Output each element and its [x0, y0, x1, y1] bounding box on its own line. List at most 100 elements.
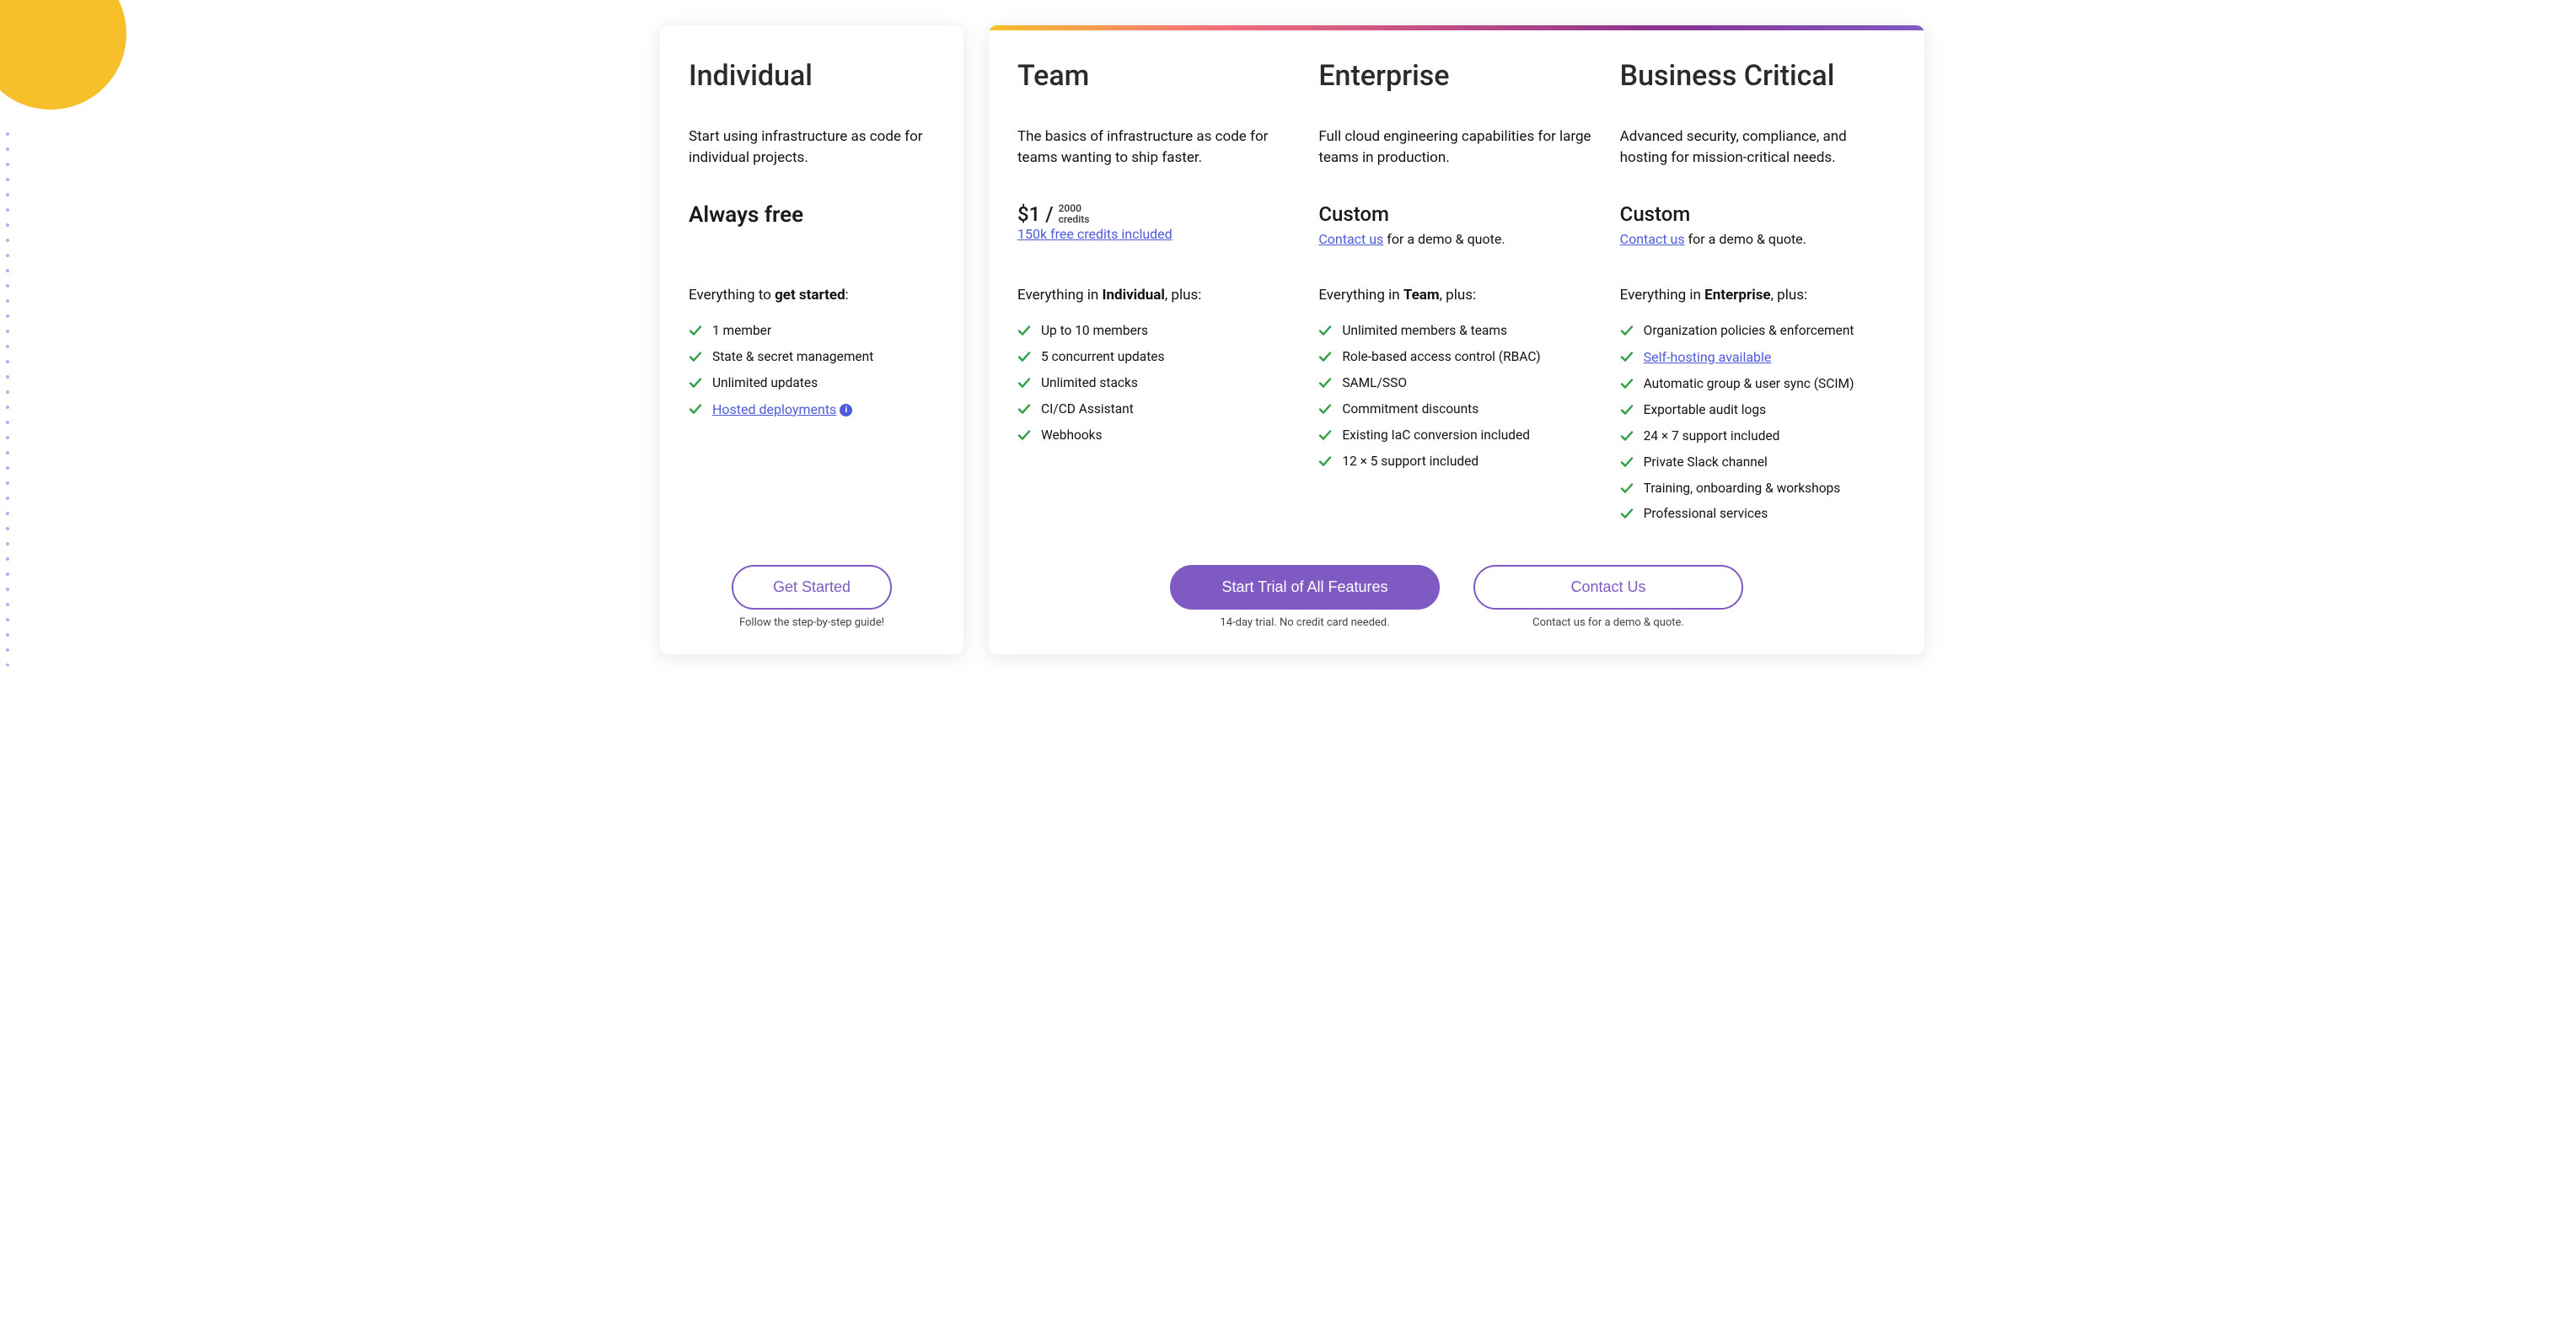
- feature-text: Role-based access control (RBAC): [1342, 348, 1540, 366]
- feature-list: Unlimited members & teams Role-based acce…: [1318, 322, 1594, 479]
- feature-item: 12 × 5 support included: [1318, 453, 1594, 470]
- check-icon: [1620, 455, 1634, 469]
- contact-us-link[interactable]: Contact us: [1620, 231, 1685, 247]
- feature-item: 24 × 7 support included: [1620, 427, 1896, 445]
- plan-desc: The basics of infrastructure as code for…: [1017, 126, 1293, 169]
- get-started-button[interactable]: Get Started: [732, 565, 892, 610]
- plan-desc: Full cloud engineering capabilities for …: [1318, 126, 1594, 169]
- feature-item: Up to 10 members: [1017, 322, 1293, 340]
- price-block: Custom Contact us for a demo & quote.: [1620, 202, 1896, 253]
- contact-us-link[interactable]: Contact us: [1318, 231, 1383, 247]
- check-icon: [1017, 350, 1031, 363]
- feature-list: Up to 10 members 5 concurrent updates Unli…: [1017, 322, 1293, 453]
- check-icon: [1620, 403, 1634, 417]
- check-icon: [1017, 376, 1031, 390]
- feature-item: Existing IaC conversion included: [1318, 427, 1594, 444]
- feature-item: State & secret management: [689, 348, 935, 366]
- check-icon: [1318, 324, 1332, 337]
- feature-item: Private Slack channel: [1620, 454, 1896, 471]
- check-icon: [1620, 481, 1634, 495]
- check-icon: [1318, 376, 1332, 390]
- cta-sub: Contact us for a demo & quote.: [1532, 616, 1684, 629]
- feature-link[interactable]: Self-hosting available: [1644, 349, 1772, 365]
- feature-text: Automatic group & user sync (SCIM): [1644, 375, 1854, 393]
- price-label: Always free: [689, 202, 935, 228]
- everything-line: Everything in Team, plus:: [1318, 287, 1594, 304]
- plan-col-team: Team The basics of infrastructure as cod…: [1017, 59, 1293, 548]
- feature-item: Unlimited members & teams: [1318, 322, 1594, 340]
- feature-text: Unlimited stacks: [1041, 374, 1138, 392]
- feature-text: CI/CD Assistant: [1041, 401, 1134, 418]
- check-icon: [1620, 377, 1634, 390]
- feature-item: Role-based access control (RBAC): [1318, 348, 1594, 366]
- gradient-bar: [989, 25, 1924, 30]
- feature-text: Professional services: [1644, 505, 1768, 523]
- everything-line: Everything to get started:: [689, 287, 935, 304]
- price-block: Always free: [689, 202, 935, 253]
- feature-list: Organization policies & enforcement Self-…: [1620, 322, 1896, 531]
- feature-item: Exportable audit logs: [1620, 401, 1896, 419]
- contact-us-button[interactable]: Contact Us: [1473, 565, 1743, 610]
- info-icon[interactable]: i: [840, 404, 852, 417]
- everything-line: Everything in Enterprise, plus:: [1620, 287, 1896, 304]
- feature-text: 24 × 7 support included: [1644, 427, 1780, 445]
- plan-desc: Advanced security, compliance, and hosti…: [1620, 126, 1896, 169]
- price-block: $1 / 2000 credits 150k free credits incl…: [1017, 202, 1293, 253]
- feature-item: Unlimited stacks: [1017, 374, 1293, 392]
- price-block: Custom Contact us for a demo & quote.: [1318, 202, 1594, 253]
- feature-item: Hosted deployments i: [689, 401, 935, 419]
- check-icon: [689, 402, 702, 416]
- feature-list: 1 member State & secret management Unlimit…: [689, 322, 935, 427]
- free-credits-link[interactable]: 150k free credits included: [1017, 226, 1173, 242]
- feature-text: SAML/SSO: [1342, 374, 1407, 392]
- feature-item: SAML/SSO: [1318, 374, 1594, 392]
- feature-item: Training, onboarding & workshops: [1620, 480, 1896, 497]
- check-icon: [1318, 454, 1332, 468]
- feature-item: CI/CD Assistant: [1017, 401, 1293, 418]
- check-icon: [1017, 402, 1031, 416]
- check-icon: [689, 350, 702, 363]
- price-main: $1 / 2000 credits: [1017, 202, 1089, 226]
- plan-name: Individual: [689, 59, 935, 93]
- check-icon: [1318, 350, 1332, 363]
- price-custom: Custom: [1620, 202, 1896, 226]
- cta-sub: 14-day trial. No credit card needed.: [1220, 616, 1389, 629]
- feature-text: Self-hosting available: [1644, 348, 1772, 367]
- check-icon: [689, 376, 702, 390]
- feature-text: Unlimited updates: [712, 374, 818, 392]
- feature-text: Commitment discounts: [1342, 401, 1479, 418]
- check-icon: [1318, 402, 1332, 416]
- plan-col-enterprise: Enterprise Full cloud engineering capabi…: [1318, 59, 1594, 548]
- feature-item: 1 member: [689, 322, 935, 340]
- decorative-dots: [0, 126, 17, 666]
- decorative-blob: [0, 0, 126, 110]
- plan-name: Business Critical: [1620, 59, 1896, 93]
- check-icon: [1620, 429, 1634, 443]
- check-icon: [689, 324, 702, 337]
- plan-col-business: Business Critical Advanced security, com…: [1620, 59, 1896, 548]
- pricing-grid: Individual Start using infrastructure as…: [660, 25, 1924, 654]
- plan-desc: Start using infrastructure as code for i…: [689, 126, 935, 169]
- feature-item: Unlimited updates: [689, 374, 935, 392]
- feature-text: Organization policies & enforcement: [1644, 322, 1854, 340]
- plan-name: Team: [1017, 59, 1293, 93]
- check-icon: [1318, 428, 1332, 442]
- feature-text: State & secret management: [712, 348, 873, 366]
- feature-link[interactable]: Hosted deployments: [712, 401, 836, 417]
- feature-item: Self-hosting available: [1620, 348, 1896, 367]
- feature-text: Hosted deployments i: [712, 401, 852, 419]
- price-custom: Custom: [1318, 202, 1594, 226]
- feature-text: 1 member: [712, 322, 771, 340]
- feature-item: 5 concurrent updates: [1017, 348, 1293, 366]
- check-icon: [1017, 324, 1031, 337]
- feature-item: Automatic group & user sync (SCIM): [1620, 375, 1896, 393]
- feature-item: Webhooks: [1017, 427, 1293, 444]
- feature-text: Training, onboarding & workshops: [1644, 480, 1841, 497]
- check-icon: [1620, 350, 1634, 363]
- feature-text: Webhooks: [1041, 427, 1103, 444]
- feature-text: 12 × 5 support included: [1342, 453, 1479, 470]
- feature-text: Private Slack channel: [1644, 454, 1768, 471]
- start-trial-button[interactable]: Start Trial of All Features: [1170, 565, 1440, 610]
- feature-text: Exportable audit logs: [1644, 401, 1766, 419]
- check-icon: [1017, 428, 1031, 442]
